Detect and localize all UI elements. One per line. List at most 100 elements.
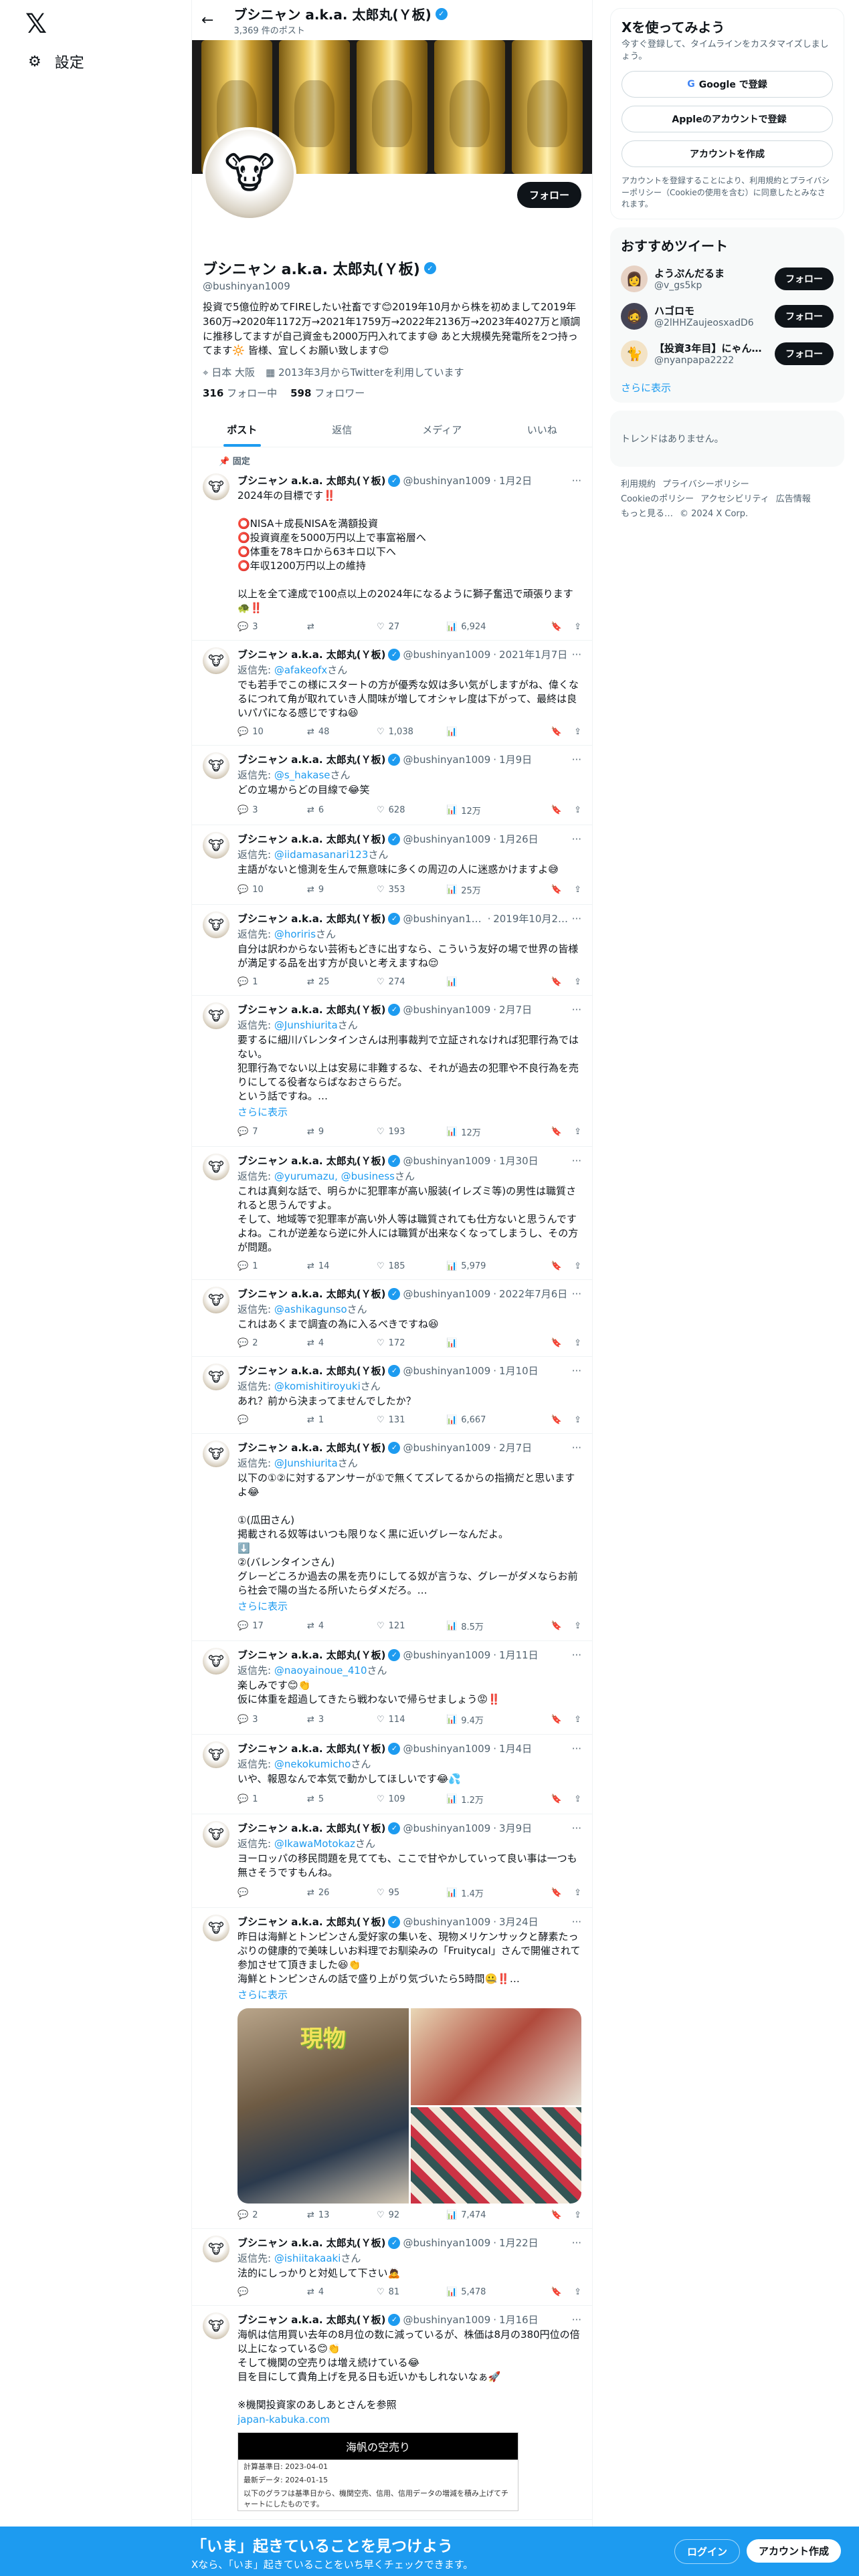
recommend-follow-button[interactable]: フォロー — [775, 267, 834, 290]
tweet-date[interactable]: 1月30日 — [499, 1154, 539, 1168]
tweet-date[interactable]: 1月16日 — [499, 2313, 539, 2327]
retweet-button[interactable]: ⇄ 9 — [307, 1127, 377, 1137]
link-card[interactable]: 海帆の空売り 計算基準日: 2023-04-01 最新データ: 2024-01-15… — [237, 2432, 518, 2511]
views-button[interactable]: 📊 6,667 — [446, 1415, 516, 1425]
retweet-button[interactable]: ⇄ 4 — [307, 1338, 377, 1348]
reply-to-link[interactable]: @nekokumicho — [274, 1758, 351, 1770]
tweet-author-handle[interactable]: @bushinyan1009 — [403, 1288, 490, 1300]
tweet-author-name[interactable]: ブシニャン a.k.a. 太郎丸(Ｙ板) — [237, 2313, 385, 2327]
share-icon[interactable]: ⇪ — [574, 727, 581, 737]
tweet-author-handle[interactable]: @bushinyan1009 — [403, 1442, 490, 1454]
recommend-follow-button[interactable]: フォロー — [775, 342, 834, 365]
back-arrow-icon[interactable]: ← — [201, 12, 213, 29]
like-button[interactable]: ♡ 121 — [377, 1621, 446, 1631]
more-icon[interactable]: ··· — [572, 913, 581, 925]
tweet-author-name[interactable]: ブシニャン a.k.a. 太郎丸(Ｙ板) — [237, 832, 385, 846]
tweet-author-name[interactable]: ブシニャン a.k.a. 太郎丸(Ｙ板) — [237, 911, 385, 926]
bookmark-icon[interactable]: 🔖 — [551, 2287, 562, 2297]
following-link[interactable]: 316 フォロー中 — [203, 386, 277, 400]
tweet-author-name[interactable]: ブシニャン a.k.a. 太郎丸(Ｙ板) — [237, 473, 385, 488]
retweet-button[interactable]: ⇄ 48 — [307, 727, 377, 737]
tweet[interactable]: 🐮 ブシニャン a.k.a. 太郎丸(Ｙ板) ✓ @bushinyan1009 · 1月2… — [192, 825, 592, 905]
tweet-date[interactable]: 2021年1月7日 — [499, 647, 567, 661]
reply-to-link[interactable]: @afakeofx — [274, 664, 327, 676]
tweet-author-handle[interactable]: @bushinyan1009 — [403, 2314, 490, 2326]
tweet-author-handle[interactable]: @bushinyan1009 — [403, 475, 490, 487]
tweet[interactable]: 🐮 ブシニャン a.k.a. 太郎丸(Ｙ板) ✓ @bushinyan1009 · 2月7… — [192, 996, 592, 1147]
tweet-date[interactable]: 3月24日 — [499, 1915, 539, 1929]
more-icon[interactable]: ··· — [572, 2237, 581, 2249]
tweet-author-handle[interactable]: @bushinyan1009 — [403, 649, 490, 661]
tweet-author-name[interactable]: ブシニャン a.k.a. 太郎丸(Ｙ板) — [237, 1915, 385, 1929]
bookmark-icon[interactable]: 🔖 — [551, 1338, 562, 1348]
reply-button[interactable]: 💬 2 — [237, 1338, 307, 1348]
retweet-button[interactable]: ⇄ 1 — [307, 1415, 377, 1425]
bookmark-icon[interactable]: 🔖 — [551, 1794, 562, 1804]
tweet-author-handle[interactable]: @bushinyan1009 — [403, 1365, 490, 1377]
tweet-date[interactable]: 2019年10月24日 — [493, 911, 569, 926]
tweet-author-name[interactable]: ブシニャン a.k.a. 太郎丸(Ｙ板) — [237, 1287, 385, 1301]
tweet[interactable]: 🐮 ブシニャン a.k.a. 太郎丸(Ｙ板) ✓ @bushinyan1009 · 201… — [192, 905, 592, 996]
tweet-date[interactable]: 1月26日 — [499, 832, 539, 846]
tweet[interactable]: 🐮 ブシニャン a.k.a. 太郎丸(Ｙ板) ✓ @bushinyan1009 · 1月2… — [192, 467, 592, 641]
like-button[interactable]: ♡ 172 — [377, 1338, 446, 1348]
like-button[interactable]: ♡ 27 — [377, 622, 446, 632]
tweet-author-handle[interactable]: @bushinyan1009 — [403, 1822, 490, 1834]
tweet-link[interactable]: japan-kabuka.com — [237, 2413, 581, 2426]
tweet[interactable]: 🐮 ブシニャン a.k.a. 太郎丸(Ｙ板) ✓ @bushinyan1009 · 2月7… — [192, 1434, 592, 1641]
reply-button[interactable]: 💬 3 — [237, 1715, 307, 1725]
footer-link[interactable]: もっと見る… — [621, 509, 673, 519]
tweet[interactable]: 🐮 ブシニャン a.k.a. 太郎丸(Ｙ板) ✓ @bushinyan1009 · 1月3… — [192, 1147, 592, 1280]
like-button[interactable]: ♡ 109 — [377, 1794, 446, 1804]
share-icon[interactable]: ⇪ — [574, 2287, 581, 2297]
like-button[interactable]: ♡ 274 — [377, 977, 446, 987]
followers-link[interactable]: 598 フォロワー — [290, 386, 365, 400]
like-button[interactable]: ♡ 628 — [377, 805, 446, 815]
retweet-button[interactable]: ⇄ 5 — [307, 1794, 377, 1804]
share-icon[interactable]: ⇪ — [574, 622, 581, 632]
reply-to-link[interactable]: @horiris — [274, 928, 316, 940]
share-icon[interactable]: ⇪ — [574, 885, 581, 895]
reply-button[interactable]: 💬 7 — [237, 1127, 307, 1137]
reply-to-link[interactable]: @Junshiurita — [274, 1019, 338, 1031]
share-icon[interactable]: ⇪ — [574, 2210, 581, 2220]
tweet-author-name[interactable]: ブシニャン a.k.a. 太郎丸(Ｙ板) — [237, 1648, 385, 1662]
avatar[interactable]: 🐮 — [203, 1002, 229, 1029]
tweet-author-handle[interactable]: @bushinyan1009 — [403, 1743, 490, 1755]
bookmark-icon[interactable]: 🔖 — [551, 1415, 562, 1425]
tweet-date[interactable]: 1月11日 — [499, 1648, 539, 1662]
avatar[interactable]: 🐮 — [203, 832, 229, 859]
tweet-photo[interactable] — [410, 2107, 581, 2204]
bookmark-icon[interactable]: 🔖 — [551, 1261, 562, 1271]
reply-button[interactable]: 💬 — [237, 1888, 307, 1898]
tweet-author-name[interactable]: ブシニャン a.k.a. 太郎丸(Ｙ板) — [237, 1440, 385, 1455]
avatar[interactable]: 🐮 — [203, 1915, 229, 1941]
recommend-item[interactable]: 👩 ようぷんだるま @v_gs5kp フォロー — [621, 265, 834, 292]
avatar[interactable]: 🐮 — [203, 1741, 229, 1768]
retweet-button[interactable]: ⇄ — [307, 622, 377, 632]
views-button[interactable]: 📊 — [446, 1338, 516, 1348]
tweet-author-name[interactable]: ブシニャン a.k.a. 太郎丸(Ｙ板) — [237, 647, 385, 661]
reply-to-link[interactable]: @s_hakase — [274, 769, 330, 781]
reply-button[interactable]: 💬 3 — [237, 622, 307, 632]
more-icon[interactable]: ··· — [572, 649, 581, 661]
share-icon[interactable]: ⇪ — [574, 1621, 581, 1631]
retweet-button[interactable]: ⇄ 3 — [307, 1715, 377, 1725]
retweet-button[interactable]: ⇄ 9 — [307, 885, 377, 895]
recommend-follow-button[interactable]: フォロー — [775, 304, 834, 328]
reply-button[interactable]: 💬 1 — [237, 977, 307, 987]
tweet-author-name[interactable]: ブシニャン a.k.a. 太郎丸(Ｙ板) — [237, 1154, 385, 1168]
share-icon[interactable]: ⇪ — [574, 1888, 581, 1898]
reply-to-link[interactable]: @naoyainoue_410 — [274, 1665, 367, 1677]
profile-avatar[interactable]: 🐮 — [203, 127, 296, 221]
bookmark-icon[interactable]: 🔖 — [551, 622, 562, 632]
more-icon[interactable]: ··· — [572, 1649, 581, 1661]
bookmark-icon[interactable]: 🔖 — [551, 2210, 562, 2220]
avatar[interactable]: 🐮 — [203, 2236, 229, 2262]
tweet-photo[interactable]: 現物 — [237, 2008, 409, 2204]
avatar[interactable]: 🐮 — [203, 2313, 229, 2339]
tweet-author-name[interactable]: ブシニャン a.k.a. 太郎丸(Ｙ板) — [237, 752, 385, 766]
more-icon[interactable]: ··· — [572, 475, 581, 487]
reply-to-link[interactable]: @ashikagunso — [274, 1303, 347, 1315]
tweet-author-name[interactable]: ブシニャン a.k.a. 太郎丸(Ｙ板) — [237, 1741, 385, 1755]
